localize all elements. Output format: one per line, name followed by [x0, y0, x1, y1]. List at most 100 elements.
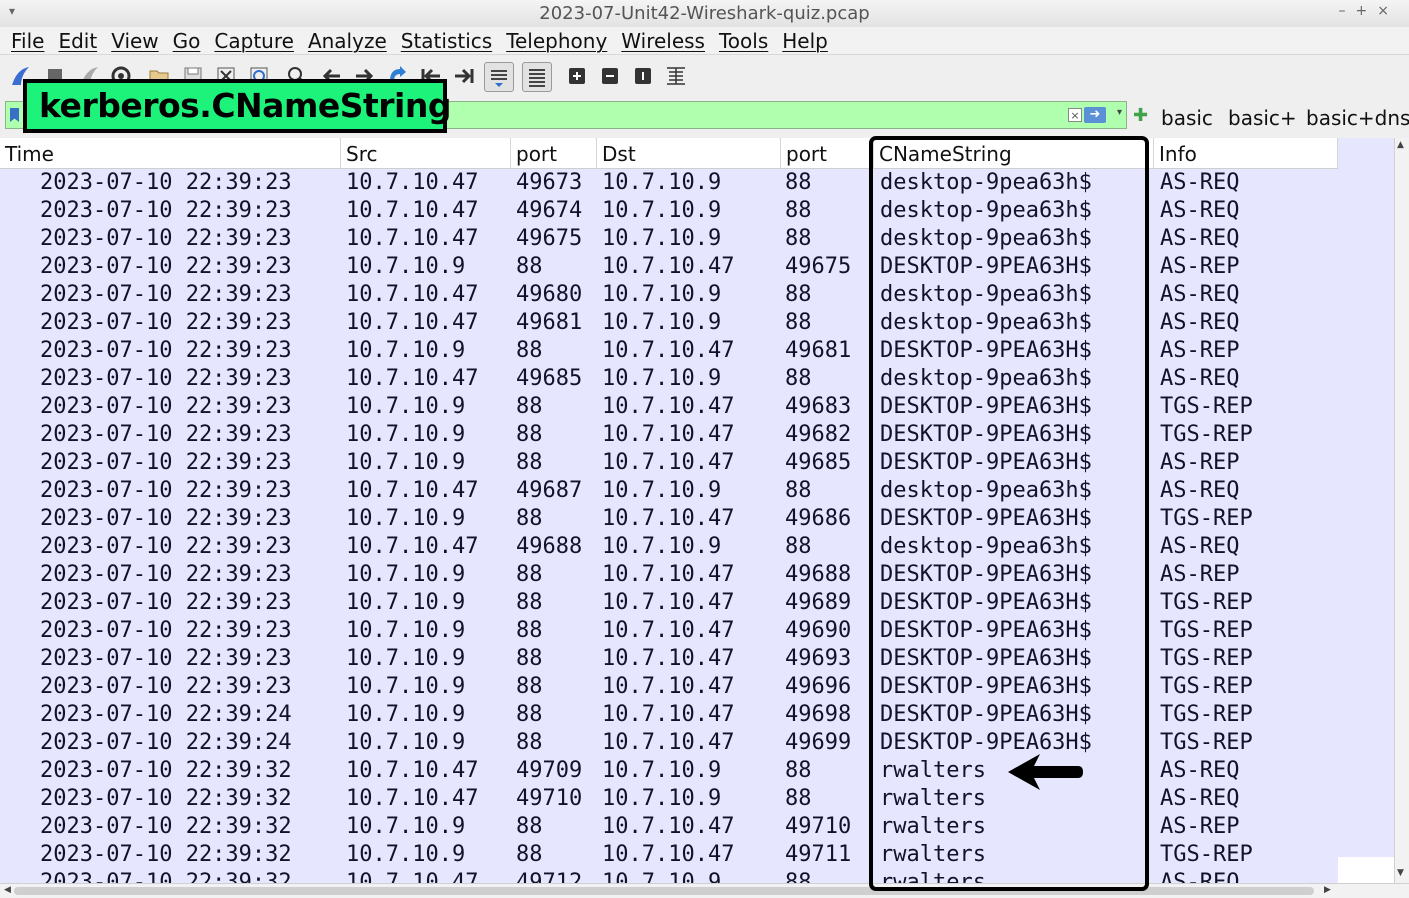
scroll-down-icon[interactable]: ▼: [1397, 868, 1404, 878]
menu-capture[interactable]: Capture: [214, 29, 294, 53]
cell-cnamestring: rwalters: [880, 786, 986, 811]
column-header-src[interactable]: Src: [341, 138, 511, 168]
packet-row[interactable]: 2023-07-10 22:39:23 10.7.10.47 49680 10.7.1…: [0, 281, 1338, 309]
add-filter-button-icon[interactable]: ✚: [1133, 105, 1148, 126]
cell-time: 2023-07-10 22:39:23: [40, 590, 292, 615]
zoom-in-icon[interactable]: [566, 65, 588, 87]
cell-time: 2023-07-10 22:39:23: [40, 226, 292, 251]
maximize-icon[interactable]: +: [1356, 3, 1378, 19]
horizontal-scroll-thumb[interactable]: [14, 887, 1314, 895]
horizontal-scrollbar[interactable]: ◀ ▶: [0, 883, 1409, 898]
menu-statistics[interactable]: Statistics: [401, 29, 492, 53]
cell-time: 2023-07-10 22:39:23: [40, 506, 292, 531]
packet-row[interactable]: 2023-07-10 22:39:24 10.7.10.9 88 10.7.10.47…: [0, 729, 1338, 757]
packet-row[interactable]: 2023-07-10 22:39:23 10.7.10.9 88 10.7.10.47…: [0, 253, 1338, 281]
apply-filter-icon[interactable]: ➜: [1084, 107, 1106, 123]
cell-dst: 10.7.10.47: [602, 618, 735, 643]
filter-button-basic-plus[interactable]: basic+: [1228, 106, 1297, 130]
menu-edit[interactable]: Edit: [58, 29, 97, 53]
cell-time: 2023-07-10 22:39:32: [40, 842, 292, 867]
cell-src: 10.7.10.9: [346, 814, 466, 839]
cell-dst: 10.7.10.9: [602, 478, 722, 503]
cell-dst-port: 88: [785, 170, 812, 195]
cell-time: 2023-07-10 22:39:23: [40, 534, 292, 559]
packet-row[interactable]: 2023-07-10 22:39:23 10.7.10.9 88 10.7.10.47…: [0, 589, 1338, 617]
column-header-src-port[interactable]: port: [511, 138, 597, 168]
cell-time: 2023-07-10 22:39:23: [40, 394, 292, 419]
cell-cnamestring: desktop-9pea63h$: [880, 534, 1092, 559]
packet-row[interactable]: 2023-07-10 22:39:32 10.7.10.9 88 10.7.10.47…: [0, 813, 1338, 841]
filter-button-basic[interactable]: basic: [1161, 106, 1213, 130]
cell-dst-port: 49686: [785, 506, 852, 531]
scroll-up-icon[interactable]: ▲: [1397, 140, 1404, 150]
packet-row[interactable]: 2023-07-10 22:39:23 10.7.10.9 88 10.7.10.47…: [0, 421, 1338, 449]
last-packet-icon[interactable]: [453, 65, 475, 87]
column-header-info[interactable]: Info: [1154, 138, 1338, 168]
packet-row[interactable]: 2023-07-10 22:39:23 10.7.10.47 49673 10.7.1…: [0, 169, 1338, 197]
cell-src: 10.7.10.9: [346, 422, 466, 447]
minimize-icon[interactable]: –: [1339, 3, 1356, 19]
menu-tools[interactable]: Tools: [719, 29, 768, 53]
resize-columns-icon[interactable]: [665, 65, 687, 87]
packet-row[interactable]: 2023-07-10 22:39:23 10.7.10.9 88 10.7.10.47…: [0, 505, 1338, 533]
cell-info: TGS-REP: [1160, 730, 1253, 755]
column-header-cnamestring[interactable]: CNameString: [874, 138, 1154, 168]
cell-dst-port: 88: [785, 478, 812, 503]
colorize-icon[interactable]: [522, 62, 552, 92]
packet-row[interactable]: 2023-07-10 22:39:24 10.7.10.9 88 10.7.10.47…: [0, 701, 1338, 729]
column-header-dst-port[interactable]: port: [781, 138, 874, 168]
packet-row[interactable]: 2023-07-10 22:39:23 10.7.10.47 49674 10.7.1…: [0, 197, 1338, 225]
menu-view[interactable]: View: [111, 29, 158, 53]
menu-go[interactable]: Go: [173, 29, 201, 53]
packet-row[interactable]: 2023-07-10 22:39:23 10.7.10.9 88 10.7.10.47…: [0, 449, 1338, 477]
scroll-right-icon[interactable]: ▶: [1324, 885, 1331, 895]
close-window-icon[interactable]: ×: [1377, 3, 1399, 19]
cell-src-port: 88: [516, 646, 543, 671]
packet-row[interactable]: 2023-07-10 22:39:23 10.7.10.47 49685 10.7.1…: [0, 365, 1338, 393]
packet-list-empty-corner: [1338, 857, 1394, 883]
zoom-out-icon[interactable]: [599, 65, 621, 87]
filter-history-dropdown-icon[interactable]: ▾: [1117, 107, 1122, 118]
packet-row[interactable]: 2023-07-10 22:39:23 10.7.10.9 88 10.7.10.47…: [0, 673, 1338, 701]
packet-row[interactable]: 2023-07-10 22:39:23 10.7.10.47 49681 10.7.1…: [0, 309, 1338, 337]
packet-row[interactable]: 2023-07-10 22:39:23 10.7.10.47 49687 10.7.1…: [0, 477, 1338, 505]
menu-telephony[interactable]: Telephony: [506, 29, 607, 53]
cell-src: 10.7.10.9: [346, 450, 466, 475]
packet-row[interactable]: 2023-07-10 22:39:23 10.7.10.47 49688 10.7.1…: [0, 533, 1338, 561]
normal-size-icon[interactable]: [632, 65, 654, 87]
packet-row[interactable]: 2023-07-10 22:39:32 10.7.10.47 49710 10.7.1…: [0, 785, 1338, 813]
cell-src: 10.7.10.9: [346, 562, 466, 587]
vertical-scrollbar[interactable]: ▲ ▼: [1394, 138, 1409, 883]
packet-row[interactable]: 2023-07-10 22:39:23 10.7.10.9 88 10.7.10.47…: [0, 645, 1338, 673]
packet-row[interactable]: 2023-07-10 22:39:23 10.7.10.9 88 10.7.10.47…: [0, 617, 1338, 645]
cell-info: AS-REQ: [1160, 758, 1240, 783]
cell-dst: 10.7.10.9: [602, 786, 722, 811]
cell-dst-port: 49693: [785, 646, 852, 671]
cell-info: AS-REQ: [1160, 226, 1240, 251]
auto-scroll-icon[interactable]: [484, 62, 514, 92]
cell-cnamestring: DESKTOP-9PEA63H$: [880, 702, 1092, 727]
bookmark-icon[interactable]: [10, 108, 19, 122]
packet-row[interactable]: 2023-07-10 22:39:23 10.7.10.9 88 10.7.10.47…: [0, 561, 1338, 589]
filter-button-basic-dns[interactable]: basic+dns: [1306, 106, 1409, 130]
column-header-time[interactable]: Time: [0, 138, 341, 168]
column-header-dst[interactable]: Dst: [597, 138, 781, 168]
menu-help[interactable]: Help: [782, 29, 828, 53]
packet-row[interactable]: 2023-07-10 22:39:23 10.7.10.9 88 10.7.10.47…: [0, 337, 1338, 365]
packet-rows: 2023-07-10 22:39:23 10.7.10.47 49673 10.7.1…: [0, 169, 1338, 883]
menu-analyze[interactable]: Analyze: [308, 29, 387, 53]
menu-wireless[interactable]: Wireless: [621, 29, 705, 53]
packet-row[interactable]: 2023-07-10 22:39:23 10.7.10.9 88 10.7.10.47…: [0, 393, 1338, 421]
packet-row[interactable]: 2023-07-10 22:39:32 10.7.10.47 49709 10.7.1…: [0, 757, 1338, 785]
cell-time: 2023-07-10 22:39:23: [40, 338, 292, 363]
packet-row[interactable]: 2023-07-10 22:39:32 10.7.10.9 88 10.7.10.47…: [0, 841, 1338, 869]
menu-file[interactable]: File: [11, 29, 44, 53]
cell-src: 10.7.10.47: [346, 478, 479, 503]
cell-dst-port: 49711: [785, 842, 852, 867]
packet-row[interactable]: 2023-07-10 22:39:32 10.7.10.47 49712 10.7.1…: [0, 869, 1338, 883]
cell-dst: 10.7.10.9: [602, 198, 722, 223]
scroll-left-icon[interactable]: ◀: [4, 885, 11, 895]
clear-filter-icon[interactable]: ×: [1068, 108, 1082, 122]
packet-row[interactable]: 2023-07-10 22:39:23 10.7.10.47 49675 10.7.1…: [0, 225, 1338, 253]
cell-src-port: 49674: [516, 198, 583, 223]
